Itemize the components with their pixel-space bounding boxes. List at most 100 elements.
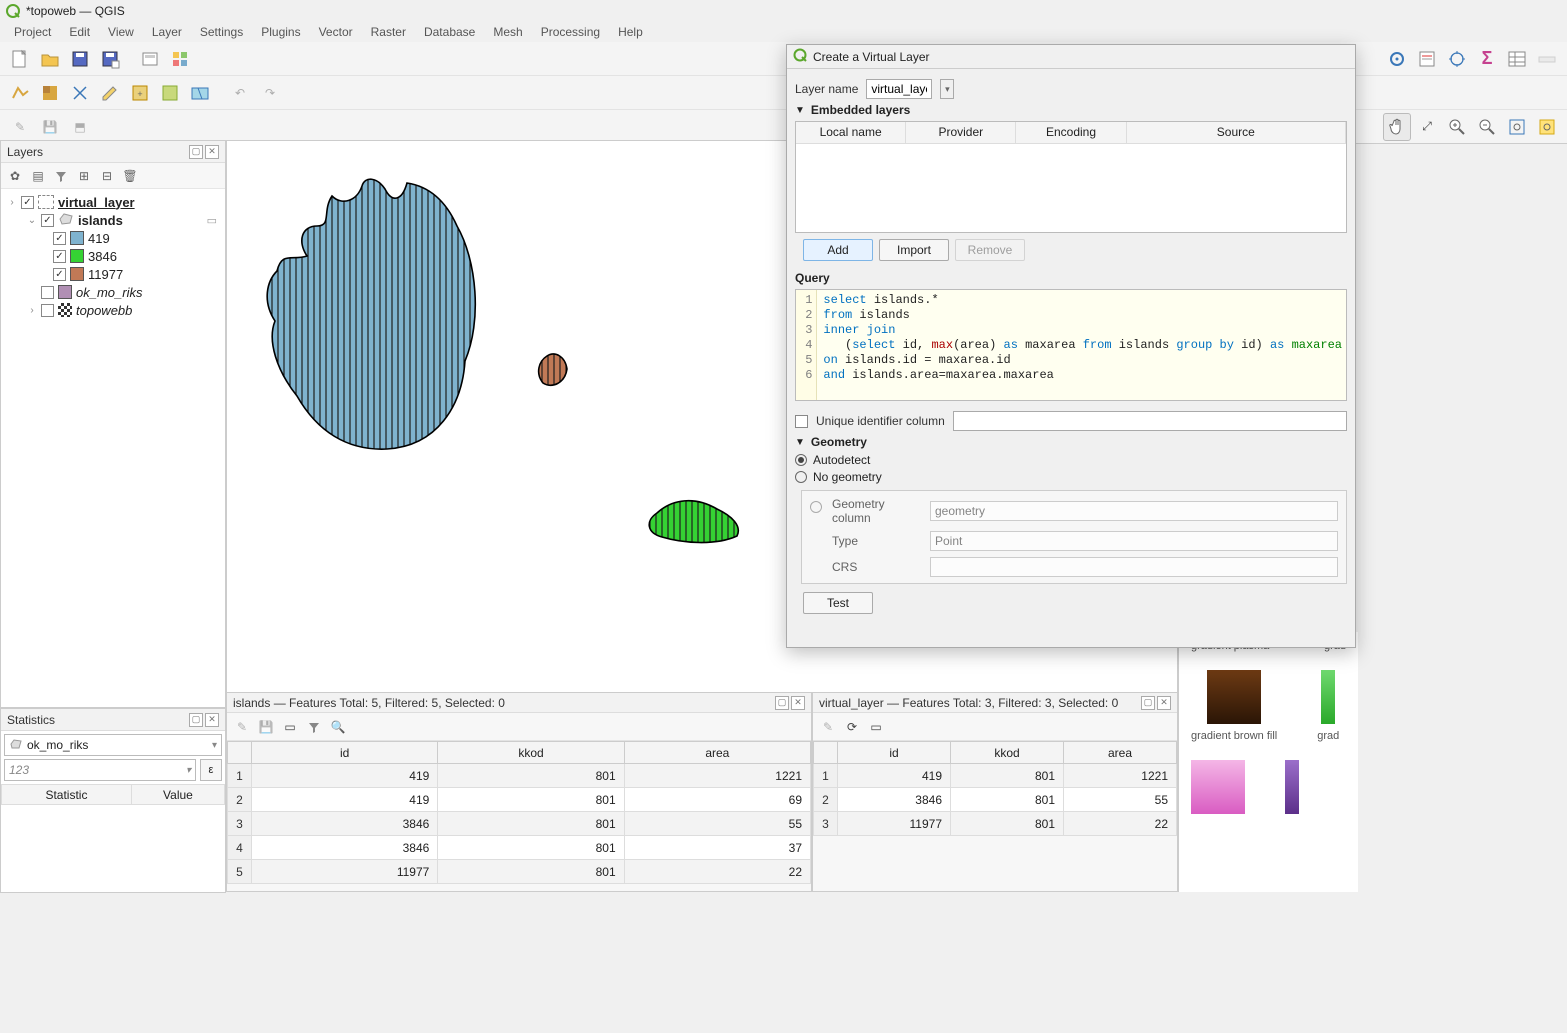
feature-419[interactable] [267, 179, 475, 449]
add-feature-button[interactable]: ⬒ [66, 113, 94, 141]
radio-nogeom[interactable]: No geometry [795, 470, 1347, 484]
add-button[interactable]: Add [803, 239, 873, 261]
identify-button[interactable] [1383, 45, 1411, 73]
close-icon[interactable]: ✕ [205, 145, 219, 159]
swatch-green[interactable]: grad [1317, 670, 1339, 742]
add-vector-button[interactable] [6, 79, 34, 107]
zoom-sel-icon[interactable]: 🔍 [327, 716, 349, 738]
save-edits-button[interactable]: 💾 [36, 113, 64, 141]
toggle-edit-button[interactable]: ✎ [6, 113, 34, 141]
toolbox-button[interactable] [1443, 45, 1471, 73]
undock-icon[interactable]: ▢ [189, 713, 203, 727]
field-calc-button[interactable] [1413, 45, 1441, 73]
layer-virtual[interactable]: › ✓ virtual_layer [5, 193, 223, 211]
category-3846[interactable]: ✓ 3846 [5, 247, 223, 265]
visibility-checkbox[interactable]: ✓ [21, 196, 34, 209]
expand-icon[interactable]: ⊞ [74, 166, 94, 186]
layer-okmo[interactable]: ok_mo_riks [5, 283, 223, 301]
attrib-table-button[interactable] [1503, 45, 1531, 73]
uid-checkbox[interactable] [795, 415, 808, 428]
menu-vector[interactable]: Vector [311, 23, 361, 41]
layers-tree[interactable]: › ✓ virtual_layer ⌄ ✓ islands ▭ ✓ 419 ✓ … [1, 189, 225, 321]
chevron-right-icon[interactable]: › [7, 197, 17, 208]
edit-icon[interactable]: ✎ [817, 716, 839, 738]
chevron-right-icon[interactable]: › [27, 305, 37, 316]
collapse-icon[interactable]: ⊟ [97, 166, 117, 186]
embedded-layers-header[interactable]: ▼Embedded layers [795, 103, 1347, 117]
visibility-checkbox[interactable]: ✓ [53, 250, 66, 263]
new-geopackage-button[interactable] [156, 79, 184, 107]
layer-islands[interactable]: ⌄ ✓ islands ▭ [5, 211, 223, 229]
new-virtual-button[interactable] [186, 79, 214, 107]
visibility-checkbox[interactable]: ✓ [53, 268, 66, 281]
redo-button[interactable]: ↷ [256, 79, 284, 107]
add-raster-button[interactable] [36, 79, 64, 107]
crs-input[interactable] [930, 557, 1338, 577]
zoom-full-button[interactable] [1503, 113, 1531, 141]
open-project-button[interactable] [36, 45, 64, 73]
expression-button[interactable]: ε [200, 759, 222, 781]
zoom-selection-button[interactable] [1533, 113, 1561, 141]
query-editor[interactable]: 123456 select islands.*from islandsinner… [795, 289, 1347, 401]
edit-icon[interactable]: ✎ [231, 716, 253, 738]
close-icon[interactable]: ✕ [1157, 696, 1171, 710]
geom-type-select[interactable] [930, 531, 1338, 551]
chevron-down-icon[interactable]: ▾ [940, 79, 954, 99]
uid-input[interactable] [953, 411, 1347, 431]
category-11977[interactable]: ✓ 11977 [5, 265, 223, 283]
add-group-icon[interactable]: ▤ [28, 166, 48, 186]
close-icon[interactable]: ✕ [791, 696, 805, 710]
feature-11977[interactable] [539, 354, 567, 385]
reload-icon[interactable]: ⟳ [841, 716, 863, 738]
undock-icon[interactable]: ▢ [1141, 696, 1155, 710]
select-icon[interactable]: ▭ [279, 716, 301, 738]
new-shapefile-button[interactable]: + [126, 79, 154, 107]
menu-mesh[interactable]: Mesh [485, 23, 530, 41]
zoom-in-button[interactable] [1443, 113, 1471, 141]
geometry-header[interactable]: ▼Geometry [795, 435, 1347, 449]
pan-to-selection-button[interactable]: ⤢ [1413, 113, 1441, 141]
menu-plugins[interactable]: Plugins [253, 23, 308, 41]
swatch-pink[interactable] [1191, 760, 1245, 814]
menu-edit[interactable]: Edit [61, 23, 98, 41]
stats-layer-select[interactable]: ok_mo_riks ▾ [4, 734, 222, 756]
new-scratch-button[interactable] [66, 79, 94, 107]
new-project-button[interactable] [6, 45, 34, 73]
layer-topowebb[interactable]: › topowebb [5, 301, 223, 319]
close-icon[interactable]: ✕ [205, 713, 219, 727]
sum-button[interactable]: Σ [1473, 45, 1501, 73]
embedded-layers-table[interactable]: Local name Provider Encoding Source [795, 121, 1347, 233]
layer-name-input[interactable] [866, 79, 932, 99]
category-419[interactable]: ✓ 419 [5, 229, 223, 247]
menu-processing[interactable]: Processing [533, 23, 608, 41]
measure-button[interactable] [1533, 45, 1561, 73]
test-button[interactable]: Test [803, 592, 873, 614]
edit-pencil-button[interactable] [96, 79, 124, 107]
save-icon[interactable]: 💾 [255, 716, 277, 738]
style-manager-button[interactable] [166, 45, 194, 73]
feature-3846[interactable] [649, 501, 738, 543]
save-as-button[interactable] [96, 45, 124, 73]
chevron-down-icon[interactable]: ⌄ [27, 215, 37, 226]
geom-col-input[interactable] [930, 501, 1338, 521]
remove-layer-icon[interactable]: 🗑 [120, 166, 140, 186]
attr-right-table[interactable]: idkkodarea 14198011221 2384680155 311977… [813, 741, 1177, 836]
menu-layer[interactable]: Layer [144, 23, 190, 41]
pan-button[interactable] [1383, 113, 1411, 141]
undock-icon[interactable]: ▢ [189, 145, 203, 159]
filter-icon[interactable] [51, 166, 71, 186]
menu-settings[interactable]: Settings [192, 23, 251, 41]
swatch-purple[interactable] [1285, 760, 1299, 814]
menu-help[interactable]: Help [610, 23, 651, 41]
menu-raster[interactable]: Raster [363, 23, 414, 41]
visibility-checkbox[interactable] [41, 304, 54, 317]
radio-manual[interactable] [810, 501, 822, 513]
menu-view[interactable]: View [100, 23, 142, 41]
import-button[interactable]: Import [879, 239, 949, 261]
menu-database[interactable]: Database [416, 23, 483, 41]
swatch-brown[interactable]: gradient brown fill [1191, 670, 1277, 742]
zoom-out-button[interactable] [1473, 113, 1501, 141]
visibility-checkbox[interactable] [41, 286, 54, 299]
visibility-checkbox[interactable]: ✓ [53, 232, 66, 245]
stats-expression-input[interactable]: 123▾ [4, 759, 196, 781]
